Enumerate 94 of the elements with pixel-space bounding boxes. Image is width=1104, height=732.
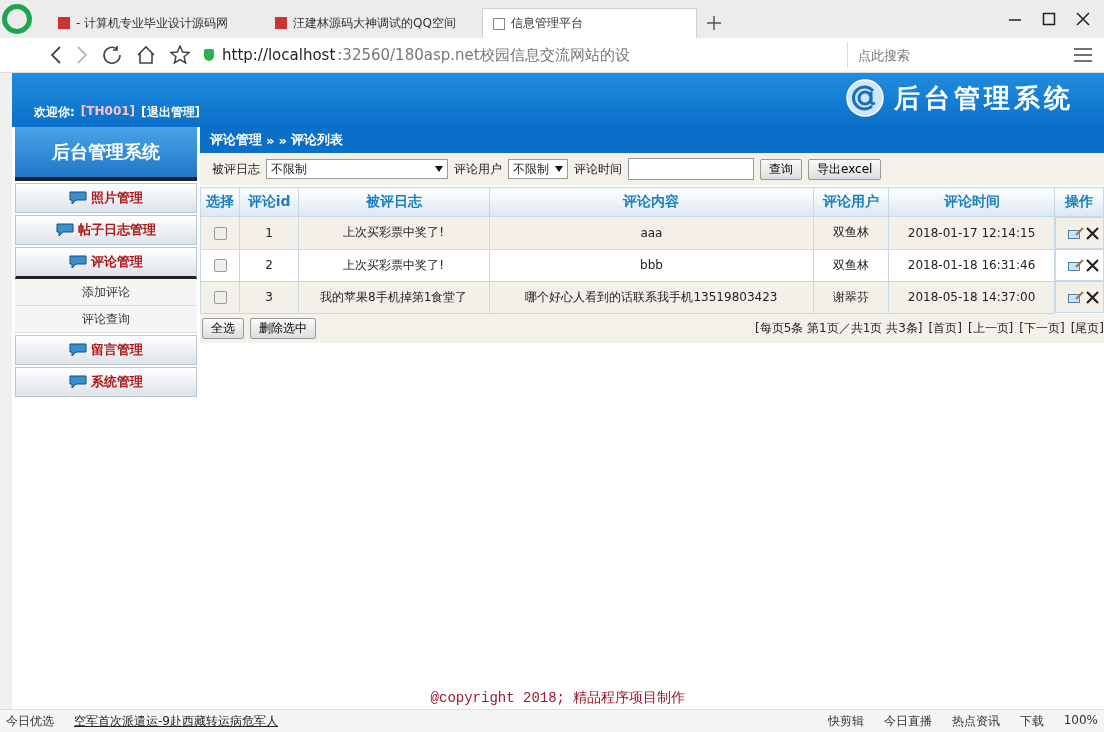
table-cell: 上次买彩票中奖了!: [298, 216, 490, 249]
home-icon[interactable]: [136, 45, 156, 65]
edit-icon[interactable]: [1067, 291, 1084, 303]
new-tab-icon[interactable]: [707, 16, 721, 30]
user-name: [TH001]: [80, 104, 136, 120]
table-cell: 2: [239, 249, 299, 281]
table-cell: 2018-05-18 14:37:00: [888, 281, 1055, 313]
edit-icon[interactable]: [1067, 259, 1084, 271]
filter-label: 被评日志: [212, 160, 260, 178]
page-link[interactable]: [上一页]: [967, 319, 1014, 337]
sidebar-item[interactable]: 系统管理: [15, 367, 197, 397]
column-header: 评论id: [239, 187, 299, 217]
system-title: 后台管理系统: [894, 81, 1074, 115]
export-button[interactable]: 导出excel: [808, 158, 882, 180]
browser-tab[interactable]: - 计算机专业毕业设计源码网: [48, 8, 263, 38]
submenu-item[interactable]: 添加评论: [15, 279, 197, 306]
column-header: 被评日志: [298, 187, 490, 217]
table-cell: 双鱼林: [813, 216, 889, 249]
star-icon[interactable]: [170, 45, 190, 65]
logo-icon: [846, 79, 884, 117]
menu-icon[interactable]: [1074, 47, 1092, 63]
table-cell: 哪个好心人看到的话联系我手机13519803423: [489, 281, 814, 313]
breadcrumb-text: »: [266, 132, 275, 148]
page-icon: [493, 17, 505, 30]
status-item[interactable]: 热点资讯: [951, 712, 1000, 730]
column-header: 操作: [1054, 187, 1104, 217]
copyright-text: @copyright 2018; 精品程序项目制作: [430, 690, 686, 706]
page-link[interactable]: [首页]: [928, 319, 962, 337]
reload-icon[interactable]: [102, 45, 122, 65]
table-cell: 上次买彩票中奖了!: [298, 249, 490, 281]
edit-icon[interactable]: [1067, 227, 1084, 239]
status-item[interactable]: 下载: [1019, 712, 1044, 730]
column-header: 选择: [200, 187, 240, 217]
chat-icon: [69, 255, 87, 269]
column-header: 评论内容: [489, 187, 814, 217]
table-cell: 双鱼林: [813, 249, 889, 281]
submenu-item[interactable]: 评论查询: [15, 306, 197, 333]
status-text: 今日优选: [6, 712, 54, 730]
breadcrumb-text: 评论管理: [210, 131, 262, 149]
filter-label: 评论时间: [574, 160, 622, 178]
table-cell: 2018-01-17 12:14:15: [888, 216, 1055, 249]
chat-icon: [69, 191, 87, 205]
dropdown-arrow-icon[interactable]: [555, 166, 563, 172]
column-header: 评论时间: [888, 187, 1055, 217]
time-field[interactable]: [628, 158, 754, 180]
news-link[interactable]: 空军首次派遣运-9赴西藏转运病危军人: [74, 712, 278, 730]
back-icon[interactable]: [50, 46, 62, 64]
close-icon[interactable]: [1076, 12, 1090, 26]
delete-selected-button[interactable]: 删除选中: [250, 317, 316, 339]
row-checkbox[interactable]: [213, 259, 227, 272]
select-all-button[interactable]: 全选: [202, 317, 244, 339]
page-icon: [58, 17, 70, 29]
chat-icon: [69, 343, 87, 357]
page-link[interactable]: [下一页]: [1019, 319, 1065, 337]
address-field[interactable]: http://localhost:32560/180asp.net校园信息交流网站的设: [204, 42, 833, 68]
sidebar-item[interactable]: 照片管理: [15, 183, 197, 213]
chat-icon: [56, 223, 74, 237]
page-icon: [275, 17, 287, 29]
post-select[interactable]: 不限制: [266, 159, 448, 179]
page-summary: [每页5条 第1页／共1页 共3条]: [754, 319, 923, 337]
dropdown-arrow-icon[interactable]: [435, 166, 443, 172]
sidebar-header: 后台管理系统: [15, 127, 197, 181]
table-cell: bbb: [489, 249, 814, 281]
browser-tab[interactable]: 汪建林源码大神调试的QQ空间: [265, 8, 480, 38]
maximize-icon[interactable]: [1042, 12, 1056, 26]
delete-icon[interactable]: [1085, 226, 1099, 240]
table-cell: 我的苹果8手机掉第1食堂了: [298, 281, 490, 313]
query-button[interactable]: 查询: [760, 158, 802, 180]
welcome-text: 欢迎你:: [34, 104, 75, 121]
browser-tab[interactable]: 信息管理平台: [482, 8, 697, 38]
table-cell: 谢翠芬: [813, 281, 889, 313]
table-cell: aaa: [489, 216, 814, 249]
status-item[interactable]: 快剪辑: [827, 712, 864, 730]
table-cell: 3: [239, 281, 299, 313]
table-cell: 2018-01-18 16:31:46: [888, 249, 1055, 281]
row-checkbox[interactable]: [213, 291, 227, 304]
user-select[interactable]: 不限制: [508, 159, 568, 179]
breadcrumb-text: »: [278, 132, 287, 148]
status-item[interactable]: 今日直播: [883, 712, 932, 730]
row-checkbox[interactable]: [213, 226, 227, 240]
sidebar-item[interactable]: 帖子日志管理: [15, 215, 197, 245]
page-link[interactable]: [尾页]: [1070, 319, 1104, 337]
delete-icon[interactable]: [1085, 258, 1099, 272]
filter-label: 评论用户: [454, 160, 502, 178]
logout-link[interactable]: [退出管理]: [141, 104, 201, 121]
browser-logo-icon: [2, 4, 32, 34]
chat-icon: [69, 375, 87, 389]
column-header: 评论用户: [813, 187, 889, 217]
table-cell: 1: [239, 216, 299, 249]
sidebar-item[interactable]: 评论管理: [15, 247, 197, 279]
zoom-level[interactable]: 100%: [1063, 712, 1098, 730]
sidebar-item[interactable]: 留言管理: [15, 335, 197, 365]
delete-icon[interactable]: [1085, 290, 1099, 304]
breadcrumb-text: 评论列表: [290, 131, 343, 149]
